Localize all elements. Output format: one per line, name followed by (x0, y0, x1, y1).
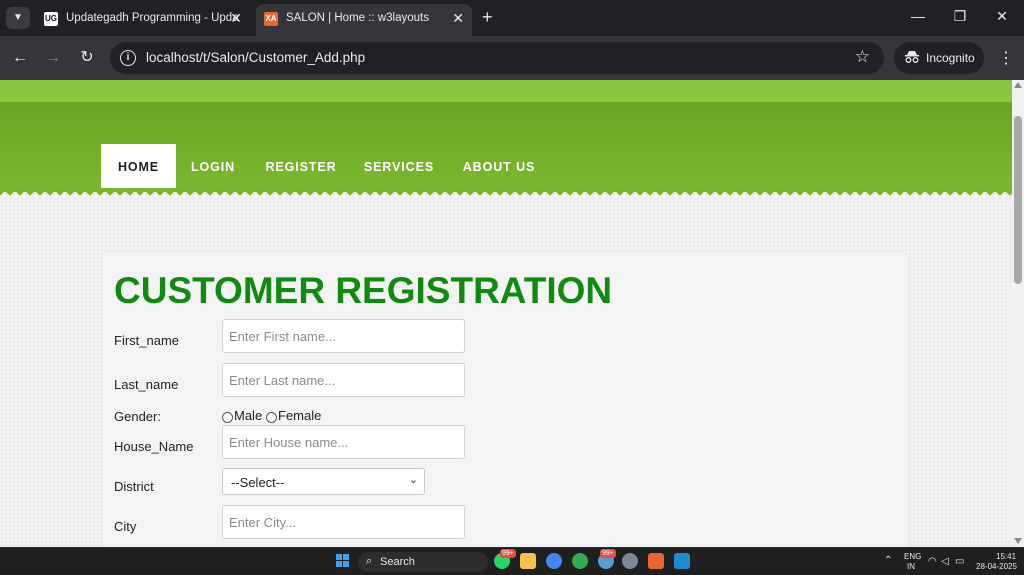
tray-time[interactable]: 15:41 (996, 552, 1016, 561)
url-text[interactable]: localhost/t/Salon/Customer_Add.php (146, 50, 365, 65)
menu-login[interactable]: LOGIN (182, 144, 244, 190)
more-menu-icon[interactable]: ⋮ (998, 48, 1014, 68)
settings-icon[interactable] (622, 553, 638, 569)
gender-male-label: Male (234, 408, 263, 423)
menu-home[interactable]: HOME (101, 144, 176, 190)
city-label: City (114, 519, 137, 534)
chrome-icon[interactable] (546, 553, 562, 569)
browser-toolbar: ← → ↻ i localhost/t/Salon/Customer_Add.p… (0, 36, 1024, 80)
forward-icon[interactable]: → (43, 48, 63, 68)
nav-zigzag-border (0, 188, 1012, 202)
taskbar-search-label: Search (380, 556, 415, 568)
scrollbar-thumb[interactable] (1014, 116, 1022, 284)
vscode-icon[interactable] (674, 553, 690, 569)
last-name-label: Last_name (114, 377, 179, 392)
registration-form: CUSTOMER REGISTRATION First_name Last_na… (102, 252, 908, 547)
house-name-label: House_Name (114, 439, 194, 454)
chrome-profile-icon[interactable] (572, 553, 588, 569)
incognito-icon (905, 51, 919, 63)
header-top-band (0, 80, 1012, 102)
site-info-icon[interactable]: i (120, 50, 136, 66)
battery-icon[interactable]: ▭ (955, 556, 964, 567)
tab-close-icon[interactable]: ✕ (230, 10, 242, 27)
district-label: District (114, 479, 154, 494)
reload-icon[interactable]: ↻ (77, 48, 97, 68)
windows-taskbar: ⌕ Search 99+ 99+ ⌃ ENG IN ◠ ◁ ▭ 15:41 28… (0, 547, 1024, 575)
back-icon[interactable]: ← (10, 48, 30, 68)
tray-date[interactable]: 28-04-2025 (976, 562, 1017, 571)
tray-chevron-up-icon[interactable]: ⌃ (884, 555, 892, 566)
incognito-button[interactable]: Incognito (894, 42, 984, 74)
xampp-favicon-icon: XA (264, 12, 278, 26)
tray-region: IN (907, 562, 915, 571)
nav-bar: HOME LOGIN REGISTER SERVICES ABOUT US (0, 102, 1012, 192)
tab-salon[interactable]: XA SALON | Home :: w3layouts ✕ (256, 4, 472, 36)
page-title: CUSTOMER REGISTRATION (114, 270, 613, 311)
scroll-up-arrow-icon[interactable] (1014, 82, 1022, 88)
incognito-label: Incognito (926, 51, 975, 65)
bookmark-star-icon[interactable]: ☆ (855, 47, 870, 67)
minimize-icon[interactable]: — (908, 8, 928, 24)
menu-about-us[interactable]: ABOUT US (455, 144, 543, 190)
updategadh-favicon-icon: UG (44, 12, 58, 26)
xampp-icon[interactable] (648, 553, 664, 569)
scroll-down-arrow-icon[interactable] (1014, 538, 1022, 544)
windows-start-icon[interactable] (336, 554, 350, 568)
gender-male-radio[interactable] (222, 412, 233, 423)
page-viewport: HOME LOGIN REGISTER SERVICES ABOUT US CU… (0, 80, 1012, 547)
first-name-label: First_name (114, 333, 180, 348)
tray-language[interactable]: ENG (904, 552, 921, 561)
volume-icon[interactable]: ◁ (941, 556, 949, 567)
gender-label: Gender: (114, 409, 161, 424)
menu-services[interactable]: SERVICES (358, 144, 440, 190)
menu-register[interactable]: REGISTER (258, 144, 344, 190)
window-close-icon[interactable]: ✕ (992, 8, 1012, 25)
app-badge: 99+ (600, 549, 616, 558)
restore-icon[interactable]: ❐ (950, 8, 970, 25)
gender-female-label: Female (278, 408, 322, 423)
first-name-input[interactable] (222, 319, 465, 353)
page-scrollbar[interactable] (1012, 80, 1024, 547)
new-tab-button[interactable]: + (482, 8, 493, 26)
tab-close-icon[interactable]: ✕ (452, 10, 464, 27)
wifi-icon[interactable]: ◠ (928, 556, 937, 567)
tab-search-button[interactable]: ▼ (6, 7, 30, 29)
district-selected-value: --Select-- (231, 475, 285, 490)
city-input[interactable] (222, 505, 465, 539)
district-select[interactable]: --Select-- ⌄ (222, 468, 425, 495)
whatsapp-badge: 99+ (500, 549, 516, 558)
last-name-input[interactable] (222, 363, 465, 397)
gender-female-radio[interactable] (266, 412, 277, 423)
house-name-input[interactable] (222, 425, 465, 459)
taskbar-search[interactable]: ⌕ Search (358, 552, 488, 572)
file-explorer-icon[interactable] (520, 553, 536, 569)
browser-tab-bar: ▼ UG Updategadh Programming - Upda ✕ XA … (0, 0, 1024, 36)
tab-title: SALON | Home :: w3layouts (286, 12, 429, 24)
tab-updategadh[interactable]: UG Updategadh Programming - Upda ✕ (36, 4, 250, 36)
tab-title: Updategadh Programming - Upda (66, 12, 239, 24)
search-icon: ⌕ (366, 555, 373, 567)
chevron-down-icon: ⌄ (408, 474, 418, 486)
address-bar[interactable]: i localhost/t/Salon/Customer_Add.php ☆ (110, 42, 884, 74)
chevron-down-icon: ▼ (13, 12, 23, 23)
